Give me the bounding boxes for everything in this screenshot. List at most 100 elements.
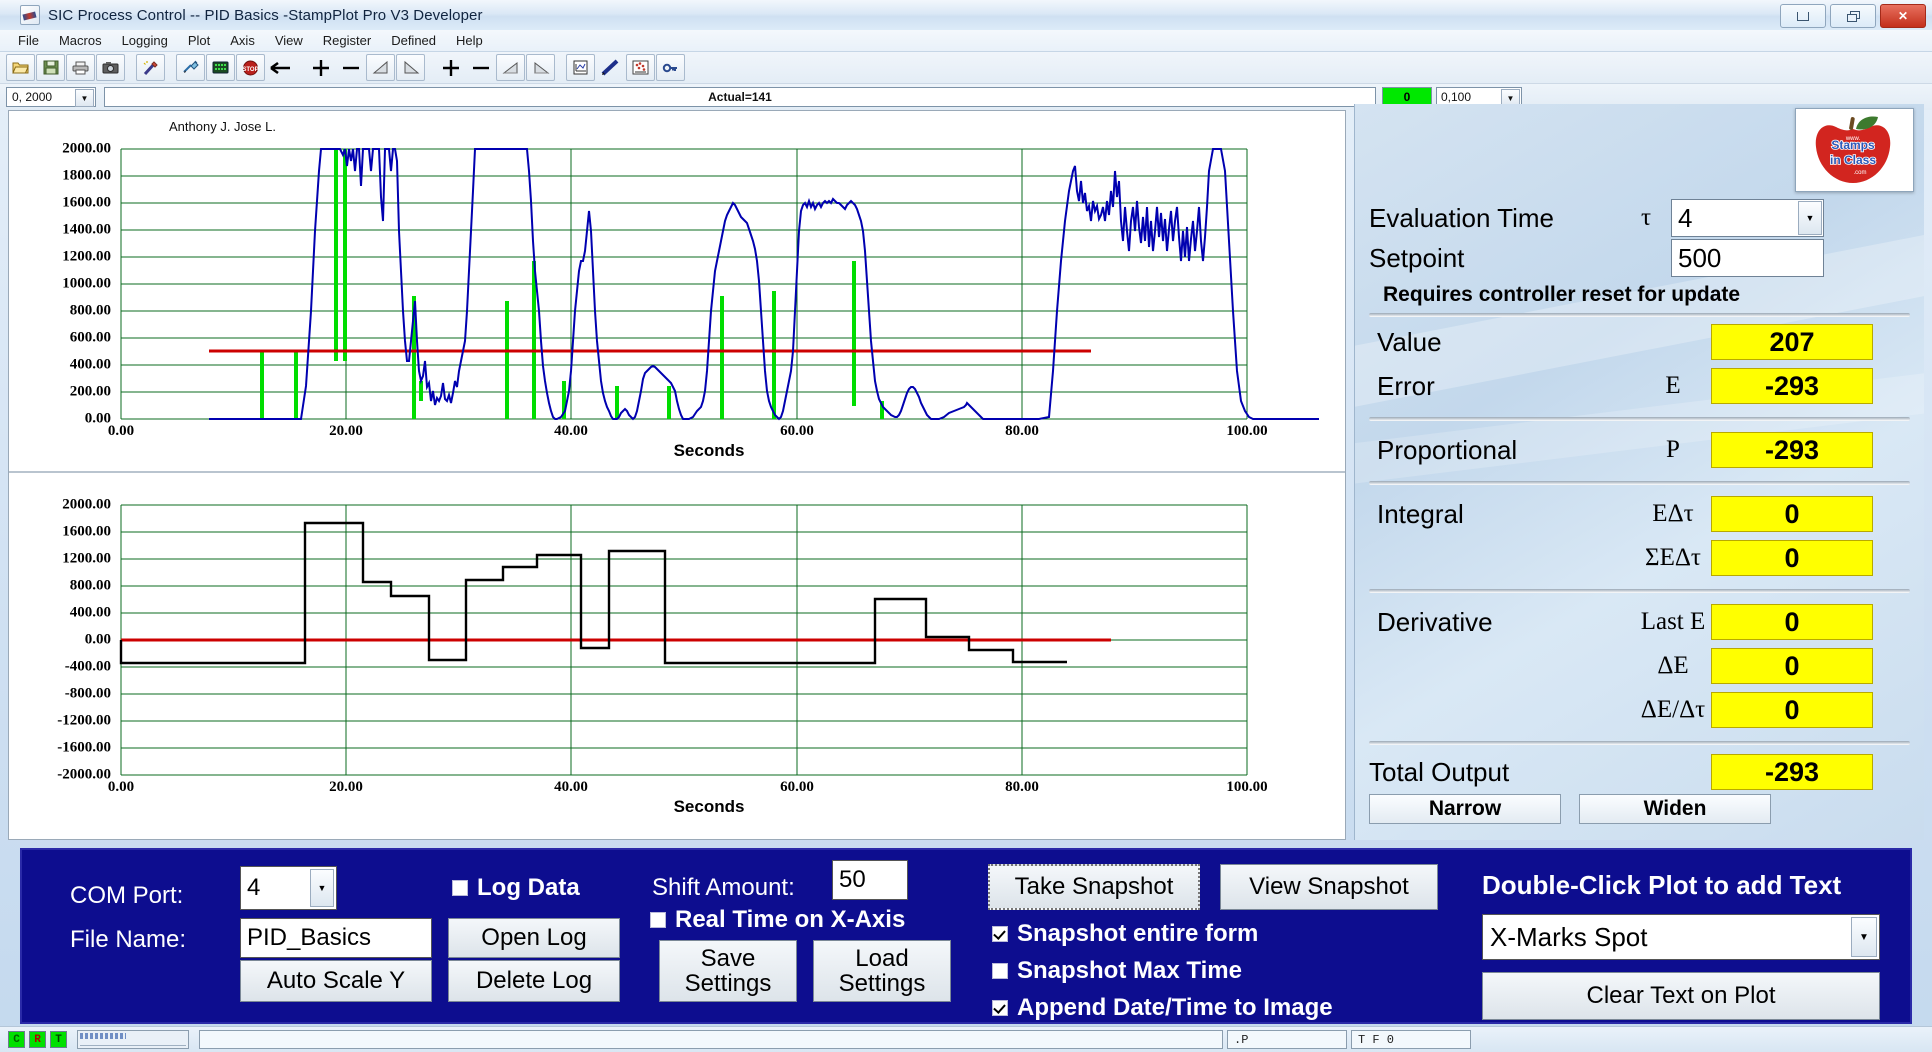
x-tick: 0.00 [107,423,135,439]
menu-item-help[interactable]: Help [446,31,493,50]
checkbox-icon[interactable] [452,880,468,896]
print-icon[interactable] [66,54,95,81]
status-led-c: C [8,1031,25,1048]
process-value-plot[interactable]: Anthony J. Jose L. 0.00 200.00 400.00 60… [9,111,1345,473]
integral-label: Integral [1377,498,1464,529]
x-zoom-in-icon[interactable] [436,54,465,81]
buffer-progress [77,1030,189,1049]
minimize-button[interactable] [1780,4,1826,28]
stop-icon[interactable]: STOP [236,54,265,81]
x-scale-up-icon[interactable] [496,54,525,81]
error-row: Error E -293 [1377,368,1924,404]
scatter-icon[interactable] [626,54,655,81]
snapshot-entire-form-checkbox[interactable]: Snapshot entire form [992,920,1258,948]
integral-symbol: EΔτ [1652,500,1694,527]
menu-item-axis[interactable]: Axis [220,31,265,50]
append-datetime-checkbox[interactable]: Append Date/Time to Image [992,994,1333,1022]
x-zoom-out-icon[interactable] [466,54,495,81]
menu-item-plot[interactable]: Plot [178,31,220,50]
file-name-value: PID_Basics [247,924,372,951]
export-plot-icon[interactable] [566,54,595,81]
narrow-button[interactable]: Narrow [1369,794,1561,824]
view-snapshot-button[interactable]: View Snapshot [1220,864,1438,910]
widen-button[interactable]: Widen [1579,794,1771,824]
setpoint-label: Setpoint [1369,242,1465,273]
auto-scale-y-button[interactable]: Auto Scale Y [240,960,432,1002]
com-port-label: COM Port: [70,882,184,909]
menu-item-logging[interactable]: Logging [112,31,178,50]
pen-icon[interactable] [596,54,625,81]
snapshot-max-time-checkbox[interactable]: Snapshot Max Time [992,957,1242,985]
menu-item-defined[interactable]: Defined [381,31,446,50]
evaluation-time-value: 4 [1678,202,1693,233]
com-port-combo[interactable]: 4 ▼ [240,866,337,910]
shift-amount-input[interactable]: 50 [832,860,908,900]
restore-button[interactable] [1830,4,1876,28]
real-time-checkbox[interactable]: Real Time on X-Axis [650,906,905,934]
open-log-button[interactable]: Open Log [448,918,620,958]
x-axis-title: Seconds [673,797,745,816]
status-readout-field: Actual=141 [104,87,1376,107]
integral-sum-readout: 0 [1711,540,1873,576]
status-field-p: .P [1227,1030,1347,1049]
wand-icon[interactable] [136,54,165,81]
controller-output-plot[interactable]: -2000.00 -1600.00 -1200.00 -800.00 -400.… [9,473,1345,839]
log-data-checkbox[interactable]: Log Data [452,874,580,902]
chevron-down-icon[interactable]: ▼ [1851,917,1877,957]
y-scale-up-icon[interactable] [366,54,395,81]
application-window: SIC Process Control -- PID Basics -Stamp… [0,0,1932,1052]
x-tick: 60.00 [780,779,814,795]
clear-text-button[interactable]: Clear Text on Plot [1482,972,1880,1020]
plug-icon[interactable] [176,54,205,81]
y-scale-down-icon[interactable] [396,54,425,81]
value-row: Value 207 [1377,324,1924,360]
menu-item-view[interactable]: View [265,31,313,50]
terminal-icon[interactable] [206,54,235,81]
save-icon[interactable] [36,54,65,81]
total-output-label: Total Output [1369,756,1510,787]
total-output-trace [119,521,1067,665]
derivative-readout: 0 [1711,604,1873,640]
delete-log-button[interactable]: Delete Log [448,960,620,1002]
y-zoom-out-icon[interactable] [336,54,365,81]
menu-item-macros[interactable]: Macros [49,31,112,50]
integral-row: Integral EΔτ 0 [1377,496,1924,532]
evaluation-time-combo[interactable]: 4 ▼ [1671,199,1824,237]
window-title: SIC Process Control -- PID Basics -Stamp… [48,6,483,24]
chevron-down-icon[interactable]: ▼ [310,869,334,907]
top-plot-canvas [120,148,1319,421]
file-name-input[interactable]: PID_Basics [240,918,432,958]
x-scale-down-icon[interactable] [526,54,555,81]
checkbox-icon[interactable] [992,926,1008,942]
setpoint-input[interactable]: 500 [1671,239,1824,277]
snapshot-max-time-label: Snapshot Max Time [1017,957,1242,984]
text-tool-combo[interactable]: X-Marks Spot ▼ [1482,914,1880,960]
checkbox-icon[interactable] [992,963,1008,979]
close-button[interactable]: ✕ [1880,4,1926,28]
camera-snapshot-icon[interactable] [96,54,125,81]
back-arrow-icon[interactable] [266,54,295,81]
x-tick: 80.00 [1005,779,1039,795]
integral-sum-symbol: ΣEΔτ [1645,544,1701,571]
x-tick: 40.00 [554,779,588,795]
evaluation-time-label: Evaluation Time [1369,202,1554,233]
save-settings-button[interactable]: Save Settings [659,940,797,1002]
proportional-readout: -293 [1711,432,1873,468]
checkbox-icon[interactable] [992,1000,1008,1016]
menu-item-file[interactable]: File [8,31,49,50]
key-icon[interactable] [656,54,685,81]
value-readout: 207 [1711,324,1873,360]
chevron-down-icon[interactable]: ▼ [75,89,94,107]
load-settings-button[interactable]: Load Settings [813,940,951,1002]
y-zoom-in-icon[interactable] [306,54,335,81]
take-snapshot-button[interactable]: Take Snapshot [988,864,1200,910]
menu-item-register[interactable]: Register [313,31,381,50]
stamps-in-class-logo: Stamps in Class www. .com [1795,108,1914,192]
derivative-symbol: Last E [1640,608,1706,635]
open-file-icon[interactable] [6,54,35,81]
checkbox-icon[interactable] [650,912,666,928]
x-tick: 20.00 [329,779,363,795]
y-range-combo[interactable]: 0, 2000 ▼ [6,87,96,107]
chevron-down-icon[interactable]: ▼ [1798,201,1822,235]
status-readout-text: Actual=141 [708,90,772,104]
